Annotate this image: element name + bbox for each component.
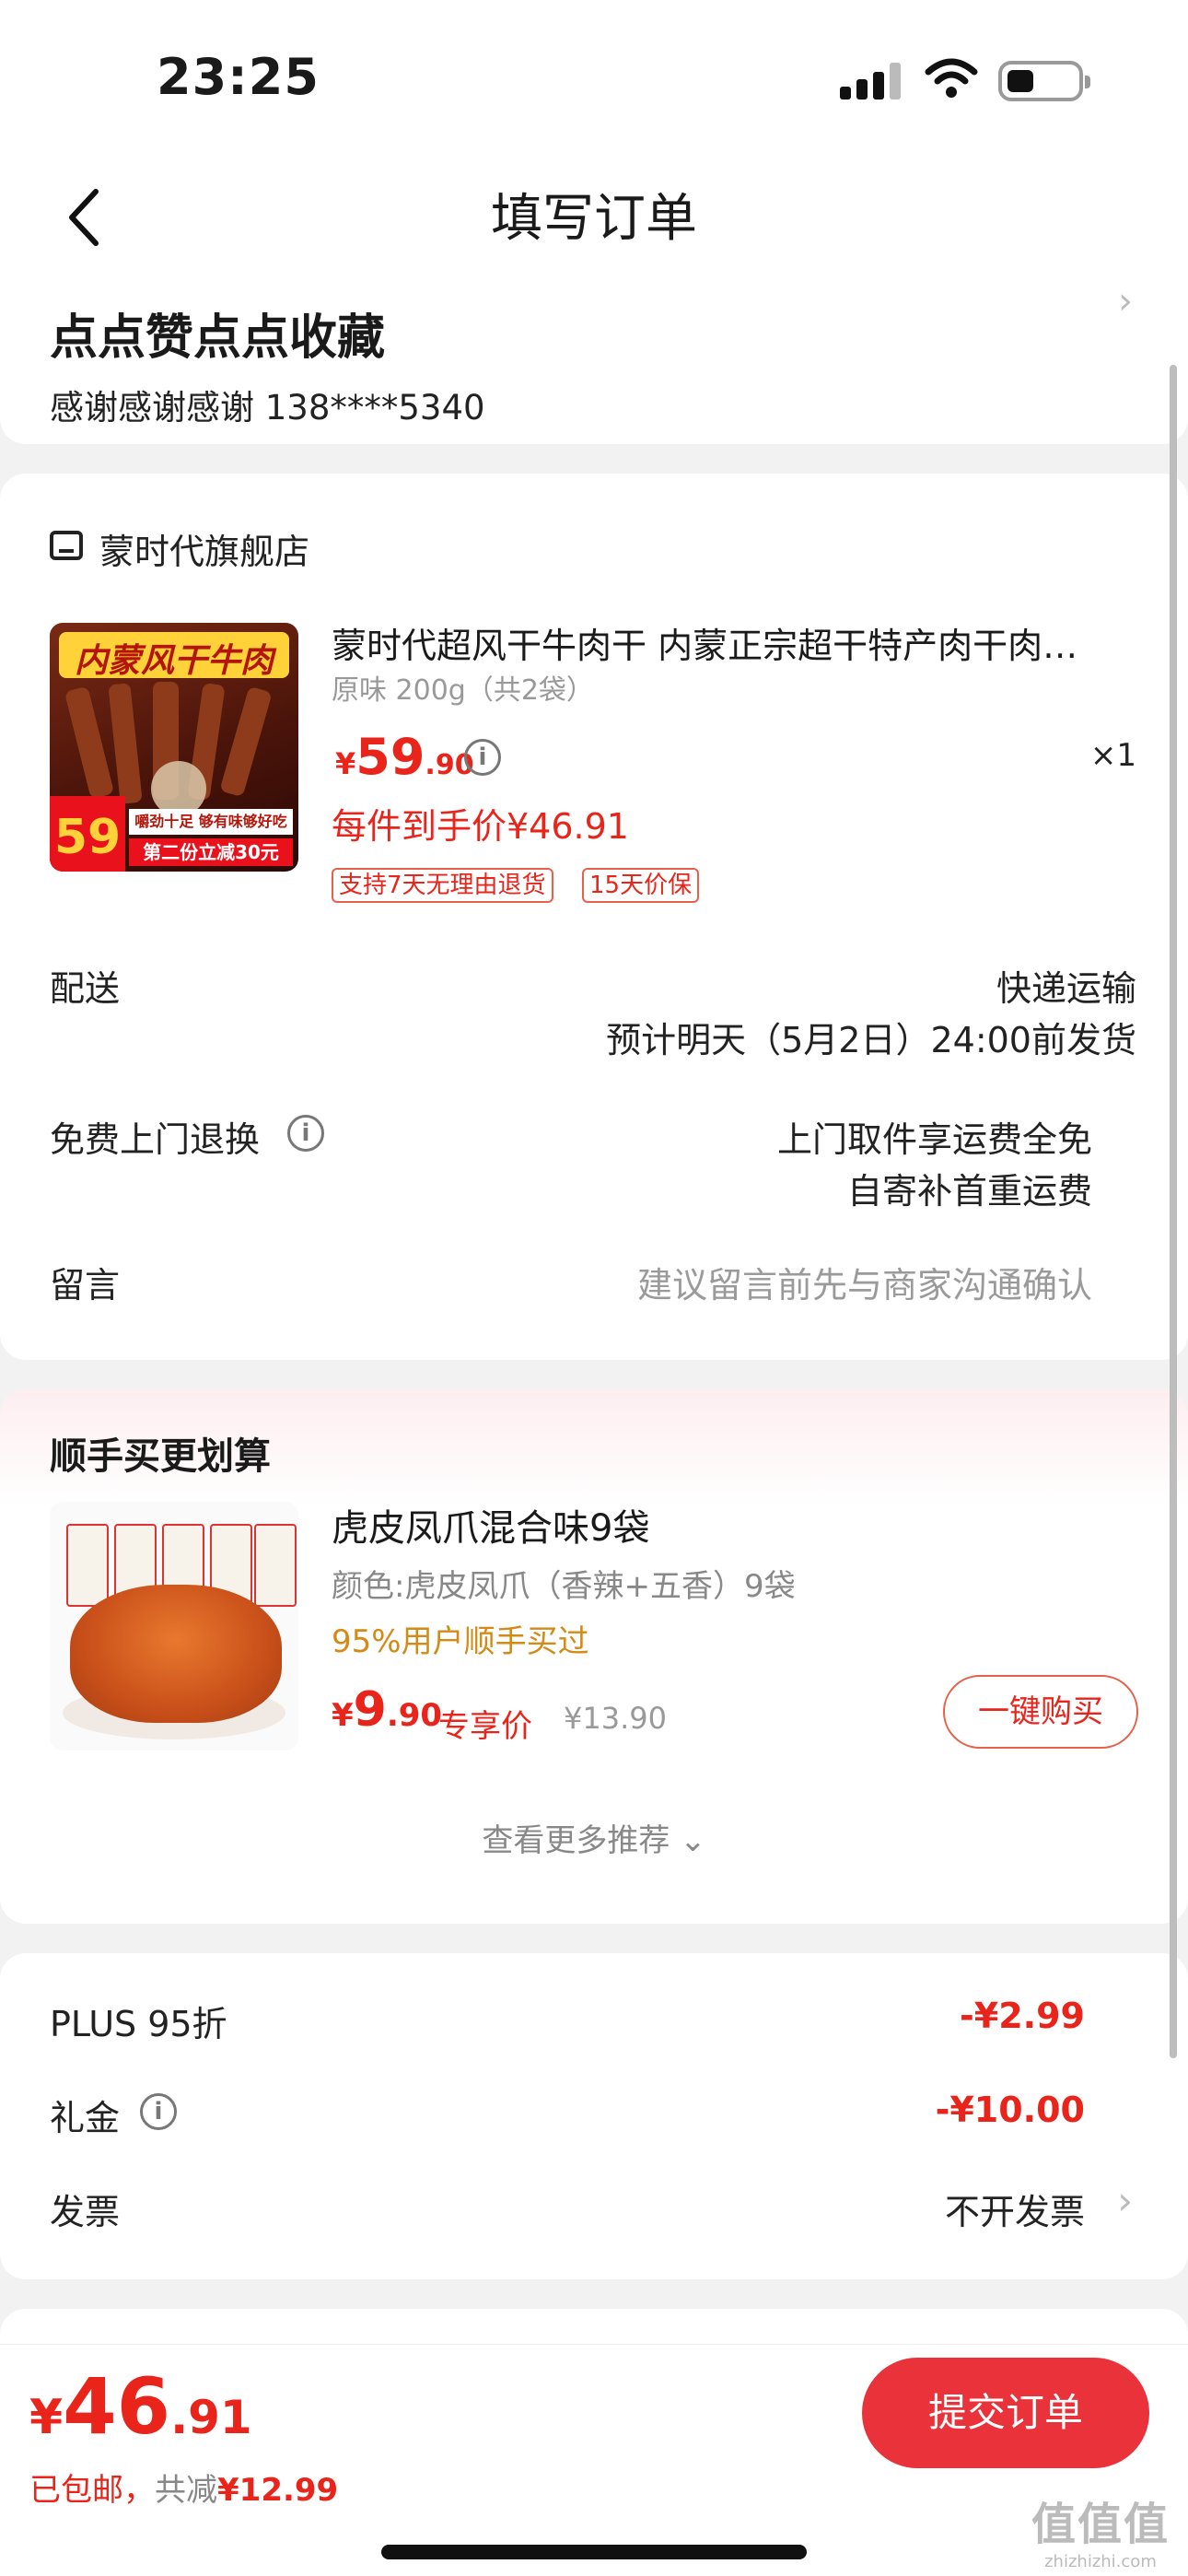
recommend-card: 顺手买更划算 虎皮凤爪混合味9袋 颜色:虎皮凤爪（香辣+五香）9袋 95%用户顺… — [0, 1389, 1188, 1924]
delivery-eta: 预计明天（5月2日）24:00前发货 — [606, 1020, 1136, 1060]
invoice-label: 发票 — [50, 2192, 121, 2232]
store-card: 蒙时代旗舰店 内蒙风干牛肉 嚼劲十足 够有味够好吃 59 第二份立减30元 蒙时… — [0, 474, 1188, 1360]
chevron-right-icon: › — [1117, 2178, 1133, 2223]
page-title: 填写订单 — [491, 189, 697, 249]
recommend-price: ¥9.90 — [332, 1682, 443, 1738]
gift-value: -¥10.00 — [935, 2090, 1085, 2130]
recommend-hint: 95%用户顺手买过 — [332, 1623, 589, 1660]
product-price: ¥59.90 — [335, 728, 474, 786]
product-image-promo: 第二份立减30元 — [129, 838, 293, 866]
unit-price: 每件到手价¥46.91 — [332, 806, 629, 847]
return-policy-badge: 支持7天无理由退货 — [332, 868, 553, 903]
delivery-method[interactable]: 快递运输 — [996, 960, 1136, 1011]
shop-icon — [50, 531, 83, 560]
home-indicator[interactable] — [381, 2545, 807, 2559]
scrollbar[interactable] — [1170, 365, 1177, 2058]
checkout-bar: ¥46.91 已包邮，共减¥12.99 提交订单 — [0, 2344, 1188, 2576]
order-page: 23:25 填写订单 点点赞点点收藏 感谢感谢感谢 138****5340 › … — [0, 0, 1188, 2576]
recipient-contact: 感谢感谢感谢 138****5340 — [50, 388, 485, 427]
signal-icon — [840, 63, 904, 100]
recommend-title[interactable]: 虎皮凤爪混合味9袋 — [332, 1498, 649, 1551]
returns-line2: 自寄补首重运费 — [846, 1171, 1092, 1212]
recommend-product-image[interactable] — [50, 1502, 298, 1751]
info-icon[interactable]: i — [287, 1115, 324, 1152]
product-image[interactable]: 内蒙风干牛肉 嚼劲十足 够有味够好吃 59 第二份立减30元 — [50, 623, 298, 872]
product-image-tagline: 嚼劲十足 够有味够好吃 — [129, 809, 293, 835]
plus-discount-value: -¥2.99 — [960, 1996, 1085, 2036]
submit-order-button[interactable]: 提交订单 — [862, 2358, 1149, 2468]
battery-icon — [998, 61, 1090, 101]
delivery-label: 配送 — [50, 968, 121, 1009]
message-label: 留言 — [50, 1265, 121, 1306]
more-recommend-link[interactable]: 查看更多推荐 ⌄ — [0, 1815, 1188, 1860]
price-protect-badge: 15天价保 — [582, 868, 700, 903]
address-card[interactable]: 点点赞点点收藏 感谢感谢感谢 138****5340 › — [0, 276, 1188, 444]
product-image-price: 59 — [50, 796, 125, 872]
saved-prefix: 共减 — [155, 2472, 217, 2509]
summary-card: PLUS 95折 -¥2.99 礼金 i -¥10.00 发票 不开发票 › — [0, 1953, 1188, 2279]
nav-bar: 填写订单 — [0, 157, 1188, 276]
recommend-header: 顺手买更划算 — [50, 1435, 271, 1478]
gift-label: 礼金 — [50, 2098, 121, 2138]
status-time: 23:25 — [157, 48, 320, 106]
store-name[interactable]: 蒙时代旗舰店 — [99, 523, 309, 574]
recipient-name: 点点赞点点收藏 — [50, 310, 386, 366]
one-click-buy-button[interactable]: 一键购买 — [943, 1675, 1138, 1749]
product-spec[interactable]: 原味 200g（共2袋） — [332, 667, 594, 708]
info-icon[interactable]: i — [140, 2093, 177, 2130]
product-quantity: ×1 — [1089, 737, 1136, 774]
free-shipping-text: 已包邮， — [29, 2472, 155, 2509]
returns-line1[interactable]: 上门取件享运费全免 — [777, 1111, 1092, 1162]
product-title[interactable]: 蒙时代超风干牛肉干 内蒙正宗超干特产肉干肉… — [332, 617, 1124, 668]
invoice-value[interactable]: 不开发票 — [945, 2184, 1085, 2234]
saved-amount: ¥12.99 — [217, 2472, 339, 2509]
savings-summary: 已包邮，共减¥12.99 — [29, 2465, 338, 2510]
total-price: ¥46.91 — [29, 2361, 252, 2452]
product-image-band-text: 内蒙风干牛肉 — [74, 642, 274, 680]
message-input[interactable]: 建议留言前先与商家沟通确认 — [637, 1257, 1092, 1307]
exclusive-price-label: 专享价 — [438, 1708, 532, 1745]
status-bar: 23:25 — [0, 0, 1188, 157]
chevron-right-icon: › — [1118, 280, 1133, 322]
original-price: ¥13.90 — [564, 1701, 667, 1736]
info-icon[interactable]: i — [464, 739, 501, 776]
plus-discount-label: PLUS 95折 — [50, 2004, 227, 2044]
wifi-icon — [925, 58, 978, 98]
watermark-logo: 值值值 zhizhizhi.com — [1031, 2499, 1170, 2571]
returns-label: 免费上门退换 — [50, 1119, 261, 1160]
recommend-spec: 颜色:虎皮凤爪（香辣+五香）9袋 — [332, 1568, 796, 1605]
